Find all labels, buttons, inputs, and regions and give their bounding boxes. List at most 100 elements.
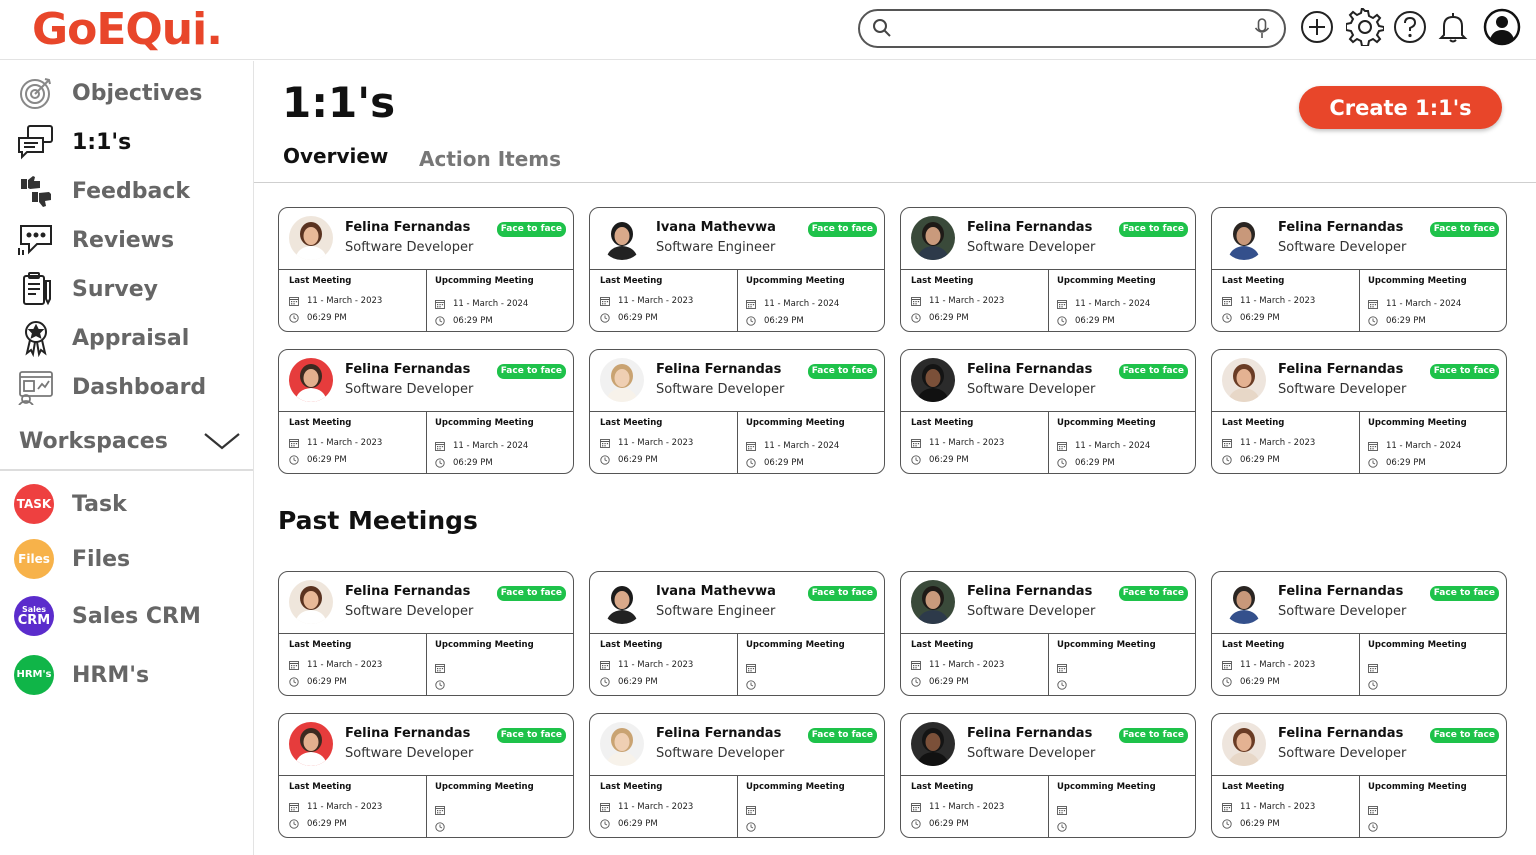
person-role: Software Developer [967, 382, 1096, 397]
upcoming-meeting-column: Upcomming Meeting 11 - March - 2024 06:29 … [738, 412, 884, 473]
meeting-type-badge: Face to face [1429, 364, 1499, 379]
upcoming-meeting-date [1057, 663, 1075, 673]
clock-icon [911, 313, 921, 323]
user-account-icon[interactable] [1483, 8, 1521, 46]
card-header: Felina Fernandas Software Developer Face t… [279, 572, 573, 634]
workspace-item-files[interactable]: Files Files [14, 536, 244, 582]
upcoming-meeting-date: 11 - March - 2024 [435, 441, 528, 451]
clock-icon [435, 458, 445, 468]
meeting-card[interactable]: Felina Fernandas Software Developer Face t… [278, 713, 574, 838]
upcoming-meeting-date: 11 - March - 2024 [1057, 299, 1150, 309]
calendar-icon [911, 661, 921, 670]
calendar-icon [600, 803, 610, 812]
tab-action-items[interactable]: Action Items [419, 147, 561, 171]
last-meeting-time: 06:29 PM [911, 819, 969, 829]
calendar-icon [435, 806, 445, 815]
clock-icon [1057, 316, 1067, 326]
meeting-card[interactable]: Felina Fernandas Software Developer Face t… [1211, 207, 1507, 332]
bell-icon[interactable] [1436, 10, 1470, 44]
help-icon[interactable] [1393, 10, 1427, 44]
last-meeting-date: 11 - March - 2023 [911, 438, 1004, 448]
workspaces-toggle[interactable]: Workspaces [19, 423, 241, 459]
meeting-card[interactable]: Felina Fernandas Software Developer Face t… [589, 349, 885, 474]
sidebar-item-objectives[interactable]: Objectives [16, 71, 246, 115]
tab-overview[interactable]: Overview [283, 144, 388, 168]
thumbs-icon [21, 176, 51, 207]
upcoming-meeting-date: 11 - March - 2024 [746, 441, 839, 451]
sidebar-item-one-on-ones[interactable]: 1:1's [16, 120, 246, 164]
calendar-icon [1368, 300, 1378, 309]
calendar-icon [289, 439, 299, 448]
time-text: 06:29 PM [1386, 316, 1426, 326]
last-meeting-date: 11 - March - 2023 [911, 802, 1004, 812]
meeting-card[interactable]: Felina Fernandas Software Developer Face t… [900, 207, 1196, 332]
sidebar-item-label: Reviews [72, 227, 175, 253]
meeting-card[interactable]: Felina Fernandas Software Developer Face t… [1211, 713, 1507, 838]
last-meeting-label: Last Meeting [911, 640, 974, 650]
upcoming-meeting-time: 06:29 PM [746, 458, 804, 468]
workspace-item-sales-crm[interactable]: Sales CRM Sales CRM [14, 593, 244, 639]
avatar [911, 722, 955, 766]
target-icon [20, 78, 51, 109]
clock-icon [600, 819, 610, 829]
app-logo[interactable]: GoEQui. [32, 4, 223, 55]
search-bar[interactable] [858, 9, 1286, 48]
time-text: 06:29 PM [453, 458, 493, 468]
meeting-card[interactable]: Ivana Mathevwa Software Engineer Face to f… [589, 571, 885, 696]
person-name: Felina Fernandas [345, 362, 471, 377]
upcoming-meeting-column: Upcomming Meeting [427, 634, 573, 695]
meeting-card[interactable]: Felina Fernandas Software Developer Face t… [900, 571, 1196, 696]
person-name: Felina Fernandas [1278, 726, 1404, 741]
meeting-card[interactable]: Felina Fernandas Software Developer Face t… [900, 713, 1196, 838]
upcoming-meeting-time [746, 680, 764, 690]
avatar [1222, 580, 1266, 624]
upcoming-meeting-date [435, 663, 453, 673]
sidebar-item-appraisal[interactable]: Appraisal [16, 316, 246, 360]
meeting-card[interactable]: Felina Fernandas Software Developer Face t… [1211, 571, 1507, 696]
last-meeting-column: Last Meeting 11 - March - 2023 06:29 PM [901, 776, 1049, 837]
upcoming-meeting-label: Upcomming Meeting [435, 418, 534, 428]
date-text: 11 - March - 2023 [307, 802, 383, 812]
meeting-card[interactable]: Ivana Mathevwa Software Engineer Face to f… [589, 207, 885, 332]
meeting-card[interactable]: Felina Fernandas Software Developer Face t… [278, 207, 574, 332]
last-meeting-label: Last Meeting [911, 782, 974, 792]
sidebar-item-feedback[interactable]: Feedback [16, 169, 246, 213]
card-header: Felina Fernandas Software Developer Face t… [901, 208, 1195, 270]
upcoming-meeting-column: Upcomming Meeting [1360, 634, 1506, 695]
create-one-on-one-button[interactable]: Create 1:1's [1299, 86, 1502, 129]
last-meeting-label: Last Meeting [1222, 418, 1285, 428]
avatar [600, 722, 644, 766]
sidebar: Objectives 1:1's Feedback Reviews Survey… [0, 61, 254, 855]
clock-icon [746, 680, 756, 690]
meeting-card[interactable]: Felina Fernandas Software Developer Face t… [278, 571, 574, 696]
person-name: Ivana Mathevwa [656, 584, 776, 599]
workspace-item-hrms[interactable]: HRM's HRM's [14, 652, 244, 698]
calendar-icon [1057, 806, 1067, 815]
card-header: Felina Fernandas Software Developer Face t… [1212, 714, 1506, 776]
calendar-icon [1368, 664, 1378, 673]
sidebar-item-dashboard[interactable]: Dashboard [16, 365, 246, 409]
meeting-type-badge: Face to face [496, 222, 566, 237]
date-text: 11 - March - 2023 [1240, 802, 1316, 812]
meeting-card[interactable]: Felina Fernandas Software Developer Face t… [278, 349, 574, 474]
clock-icon [1222, 819, 1232, 829]
plus-circle-icon[interactable] [1300, 10, 1334, 44]
clock-icon [1368, 822, 1378, 832]
clock-icon [600, 677, 610, 687]
sidebar-item-label: 1:1's [72, 129, 132, 155]
last-meeting-date: 11 - March - 2023 [289, 438, 382, 448]
time-text: 06:29 PM [929, 819, 969, 829]
search-input[interactable] [900, 16, 1240, 41]
sidebar-item-survey[interactable]: Survey [16, 267, 246, 311]
sidebar-item-reviews[interactable]: Reviews [16, 218, 246, 262]
meeting-card[interactable]: Felina Fernandas Software Developer Face t… [589, 713, 885, 838]
last-meeting-label: Last Meeting [911, 276, 974, 286]
gear-icon[interactable] [1346, 8, 1384, 46]
upcoming-meeting-column: Upcomming Meeting [1049, 776, 1195, 837]
meeting-card[interactable]: Felina Fernandas Software Developer Face t… [1211, 349, 1507, 474]
microphone-icon[interactable] [1254, 18, 1270, 40]
time-text: 06:29 PM [618, 677, 658, 687]
workspace-item-task[interactable]: TASK Task [14, 481, 244, 527]
top-header: GoEQui. [0, 0, 1536, 60]
meeting-card[interactable]: Felina Fernandas Software Developer Face t… [900, 349, 1196, 474]
